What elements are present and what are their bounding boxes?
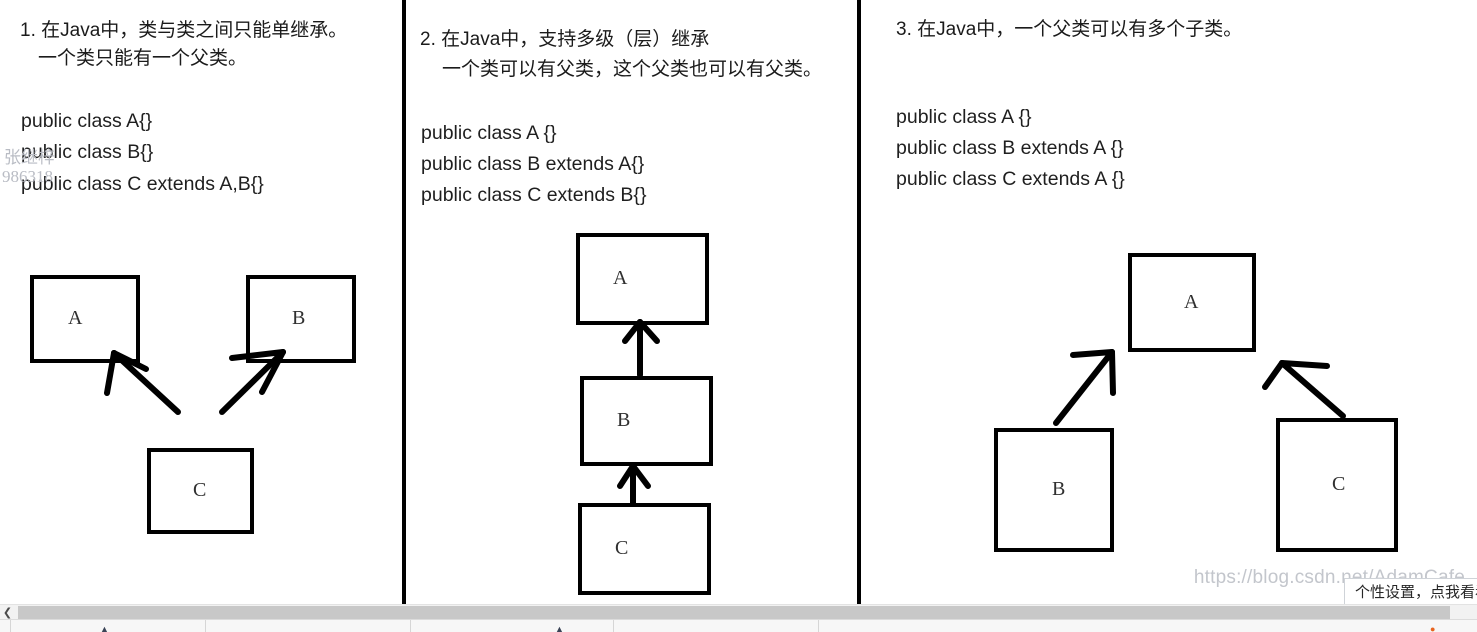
panel-2-heading-line2: 一个类可以有父类，这个父类也可以有父类。 bbox=[442, 59, 823, 80]
panel-2-class-box-b: B bbox=[580, 376, 713, 466]
slide-canvas: 1. 在Java中，类与类之间只能单继承。 一个类只能有一个父类。 public… bbox=[0, 0, 1477, 605]
taskbar-separator bbox=[613, 620, 614, 632]
panel-2-code-line-2: public class B extends A{} bbox=[421, 153, 645, 175]
panel-1-heading-line2: 一个类只能有一个父类。 bbox=[38, 48, 248, 69]
taskbar-separator bbox=[818, 620, 819, 632]
screen-root: 1. 在Java中，类与类之间只能单继承。 一个类只能有一个父类。 public… bbox=[0, 0, 1477, 632]
scrollbar-thumb[interactable] bbox=[18, 606, 1450, 619]
panel-2-code-line-1: public class A {} bbox=[421, 122, 557, 144]
panel-2-class-box-a-label: A bbox=[613, 267, 628, 290]
panel-3-code-line-1: public class A {} bbox=[896, 106, 1032, 128]
scroll-left-arrow-icon[interactable]: ❮ bbox=[0, 605, 15, 620]
panel-3-class-box-a: A bbox=[1128, 253, 1256, 352]
author-watermark-line1: 张继梓 bbox=[4, 148, 55, 167]
panel-1-class-box-a-label: A bbox=[68, 307, 83, 330]
panel-3-code-line-3: public class C extends A {} bbox=[896, 168, 1125, 190]
taskbar-flame-icon[interactable]: ● bbox=[1430, 625, 1435, 632]
panel-3-heading-line1: 3. 在Java中，一个父类可以有多个子类。 bbox=[896, 19, 1243, 40]
panel-1-code-line-3: public class C extends A,B{} bbox=[21, 173, 264, 195]
panel-1: 1. 在Java中，类与类之间只能单继承。 一个类只能有一个父类。 public… bbox=[0, 0, 402, 605]
panel-3-class-box-b-label: B bbox=[1052, 478, 1066, 501]
panel-3-class-box-c: C bbox=[1276, 418, 1398, 552]
panel-2-class-box-c-label: C bbox=[615, 537, 629, 560]
panel-3-class-box-c-label: C bbox=[1332, 473, 1346, 496]
panel-2-class-box-b-label: B bbox=[617, 409, 631, 432]
panel-1-class-box-a: A bbox=[30, 275, 140, 363]
panel-3: 3. 在Java中，一个父类可以有多个子类。 public class A {}… bbox=[861, 0, 1477, 605]
panel-2-class-box-c: C bbox=[578, 503, 711, 595]
taskbar-separator bbox=[10, 620, 11, 632]
panel-2: 2. 在Java中，支持多级（层）继承 一个类可以有父类，这个父类也可以有父类。… bbox=[406, 0, 857, 605]
author-watermark-line2: 986318 bbox=[2, 167, 53, 186]
panel-2-class-box-a: A bbox=[576, 233, 709, 325]
panel-1-class-box-c: C bbox=[147, 448, 254, 534]
taskbar-separator bbox=[410, 620, 411, 632]
panel-1-class-box-c-label: C bbox=[193, 479, 207, 502]
taskbar-separator bbox=[205, 620, 206, 632]
panel-1-class-box-b: B bbox=[246, 275, 356, 363]
panel-2-heading-line1: 2. 在Java中，支持多级（层）继承 bbox=[420, 29, 710, 50]
taskbar-item-glyph[interactable]: ▲ bbox=[555, 625, 564, 632]
panel-1-code-line-1: public class A{} bbox=[21, 110, 153, 132]
panel-3-code-line-2: public class B extends A {} bbox=[896, 137, 1124, 159]
personalization-tooltip-label: 个性设置，点我看看 bbox=[1355, 584, 1477, 601]
panel-1-class-box-b-label: B bbox=[292, 307, 306, 330]
taskbar-item-glyph[interactable]: ▲ bbox=[100, 625, 109, 632]
personalization-tooltip[interactable]: 个性设置，点我看看 bbox=[1344, 578, 1477, 605]
taskbar[interactable]: ▲ ▲ ● bbox=[0, 619, 1477, 632]
panel-1-heading-line1: 1. 在Java中，类与类之间只能单继承。 bbox=[20, 20, 348, 41]
panel-3-class-box-a-label: A bbox=[1184, 290, 1199, 313]
panel-3-class-box-b: B bbox=[994, 428, 1114, 552]
panel-2-code-line-3: public class C extends B{} bbox=[421, 184, 647, 206]
horizontal-scrollbar[interactable]: ❮ bbox=[0, 604, 1477, 620]
